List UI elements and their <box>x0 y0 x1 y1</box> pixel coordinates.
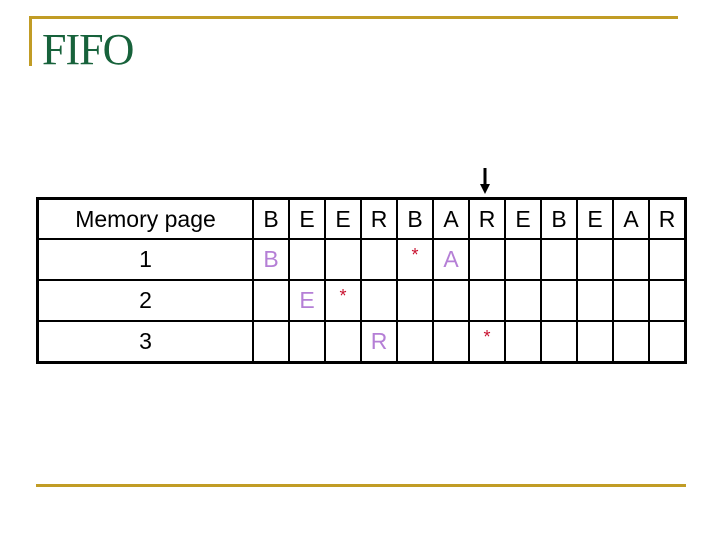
reference-cell: R <box>468 197 506 240</box>
frame-cell <box>648 238 687 281</box>
reference-cell: A <box>432 197 470 240</box>
frame-cell <box>396 320 434 364</box>
frame-cell <box>504 320 542 364</box>
frame-cell <box>540 279 578 322</box>
loaded-page: B <box>263 246 279 272</box>
reference-cell: E <box>576 197 614 240</box>
frame-cell <box>612 279 650 322</box>
reference-string-row: Memory page B E E R B A R E B E A R <box>36 197 687 240</box>
frame-cell <box>504 279 542 322</box>
reference-cell: E <box>324 197 362 240</box>
loaded-page: R <box>370 328 388 354</box>
replacement-marker: * <box>339 286 347 306</box>
frame-cell <box>576 320 614 364</box>
down-arrow-icon <box>480 168 490 194</box>
frame-cell <box>468 238 506 281</box>
frame-row: 1 B * A <box>36 238 687 281</box>
frame-cell <box>504 238 542 281</box>
frame-cell <box>324 238 362 281</box>
frame-cell <box>648 320 687 364</box>
frame-cell <box>360 238 398 281</box>
frame-label: 2 <box>36 279 254 322</box>
frame-cell <box>324 320 362 364</box>
reference-cell: B <box>396 197 434 240</box>
reference-cell: B <box>540 197 578 240</box>
reference-cell: E <box>504 197 542 240</box>
frame-row: 3 R * <box>36 320 687 364</box>
frame-cell: E <box>288 279 326 322</box>
frame-cell <box>612 320 650 364</box>
frame-cell <box>252 320 290 364</box>
frame-cell: * <box>324 279 362 322</box>
replacement-marker: * <box>411 245 419 265</box>
frame-label: 1 <box>36 238 254 281</box>
frame-cell <box>360 279 398 322</box>
slide-title: FIFO <box>42 25 134 74</box>
frame-cell <box>612 238 650 281</box>
reference-cell: R <box>360 197 398 240</box>
reference-cell: R <box>648 197 687 240</box>
frame-cell <box>576 238 614 281</box>
frame-cell <box>432 279 470 322</box>
frame-cell: * <box>396 238 434 281</box>
frame-cell <box>576 279 614 322</box>
frame-cell: B <box>252 238 290 281</box>
frame-cell <box>540 238 578 281</box>
replacement-marker: * <box>483 327 491 347</box>
reference-cell: B <box>252 197 290 240</box>
page-replacement-table: Memory page B E E R B A R E B E A R 1 B * A 2 E * 3 R * <box>36 197 687 364</box>
header-label: Memory page <box>36 197 254 240</box>
frame-row: 2 E * <box>36 279 687 322</box>
frame-cell <box>288 320 326 364</box>
title-left-rule <box>29 16 32 66</box>
reference-cell: A <box>612 197 650 240</box>
frame-cell <box>432 320 470 364</box>
frame-cell <box>288 238 326 281</box>
frame-cell <box>468 279 506 322</box>
bottom-rule <box>36 484 686 487</box>
frame-cell <box>396 279 434 322</box>
frame-cell: R <box>360 320 398 364</box>
frame-cell: A <box>432 238 470 281</box>
reference-cell: E <box>288 197 326 240</box>
loaded-page: A <box>443 246 459 272</box>
frame-cell <box>540 320 578 364</box>
frame-cell <box>252 279 290 322</box>
title-top-rule <box>29 16 678 19</box>
frame-cell <box>648 279 687 322</box>
frame-label: 3 <box>36 320 254 364</box>
loaded-page: E <box>299 287 315 313</box>
frame-cell: * <box>468 320 506 364</box>
